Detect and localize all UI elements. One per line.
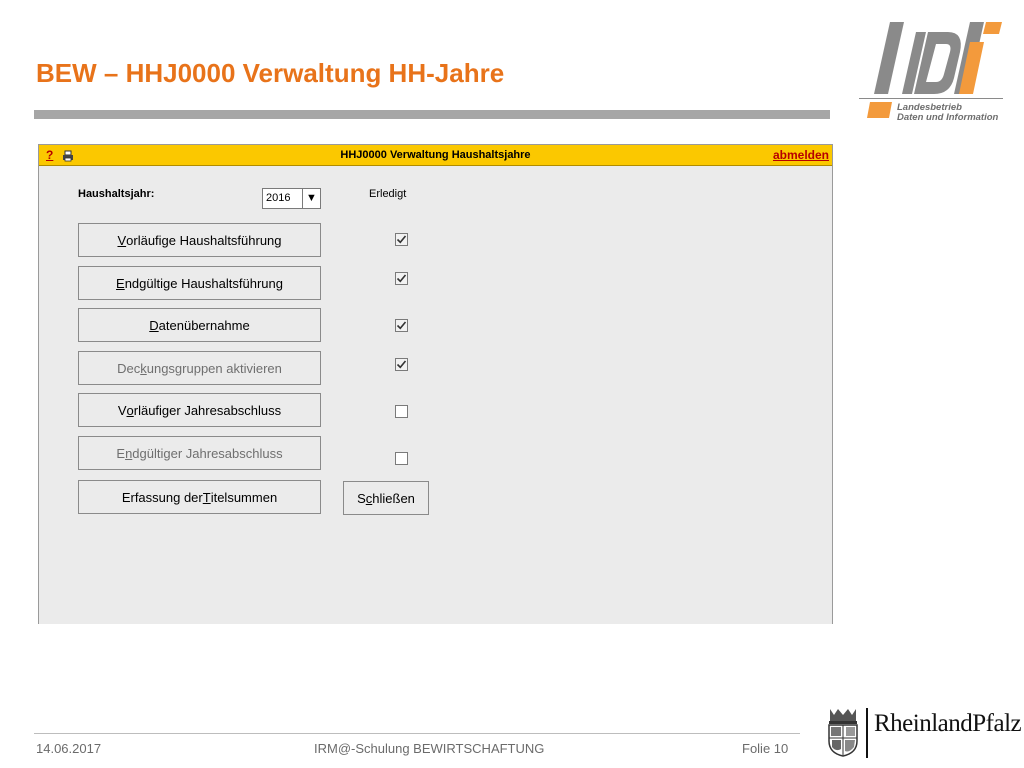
footer-page-number: Folie 10 [742, 741, 789, 756]
done-checkbox-final-year-end[interactable] [395, 452, 408, 465]
provisional-budget-button[interactable]: Vorläufige Haushaltsführung [78, 223, 321, 257]
data-transfer-button[interactable]: Datenübernahme [78, 308, 321, 342]
provisional-year-end-button[interactable]: Vo rläufiger Jahresabschluss [78, 393, 321, 427]
close-button[interactable]: Sc hließen [343, 481, 429, 515]
state-logo-text: RheinlandPfalz [874, 710, 1022, 737]
button-label-pre: V [117, 402, 127, 418]
button-label-post: ndgültige Haushaltsführung [124, 275, 283, 291]
done-checkbox-provisional-budget[interactable] [395, 233, 408, 246]
year-select[interactable]: 2016 ▼ [262, 188, 321, 209]
checkmark-icon [396, 360, 407, 369]
logo-caption-line2: Daten und Information [897, 112, 999, 123]
state-crest-icon [828, 709, 858, 757]
logout-link[interactable]: abmelden [773, 148, 829, 162]
app-title: HHJ0000 Verwaltung Haushaltsjahre [340, 149, 531, 161]
button-label-post: dgültiger Jahresabschluss [132, 445, 283, 461]
done-checkbox-data-transfer[interactable] [395, 319, 408, 332]
button-label-post: orläufige Haushaltsführung [126, 232, 282, 248]
activate-cover-groups-button[interactable]: Dec k ungsgruppen aktivieren [78, 351, 321, 385]
button-label-accesskey: E [116, 275, 125, 291]
button-label-pre: E [116, 445, 126, 461]
footer-rule [34, 733, 800, 734]
footer-course: IRM@-Schulung BEWIRTSCHAFTUNG [314, 741, 545, 756]
branding-divider [866, 708, 868, 758]
button-label-accesskey: D [149, 317, 159, 333]
done-checkbox-final-budget[interactable] [395, 272, 408, 285]
done-checkbox-cover-groups[interactable] [395, 358, 408, 371]
done-column-label: Erledigt [369, 188, 407, 200]
checkmark-icon [396, 235, 407, 244]
year-value: 2016 [266, 192, 291, 204]
button-label-accesskey: o [126, 402, 134, 418]
final-year-end-button[interactable]: En dgültiger Jahresabschluss [78, 436, 321, 470]
button-label-pre: Erfassung der [121, 489, 203, 505]
button-label-post: hließen [372, 490, 415, 506]
button-label-post: ungsgruppen aktivieren [146, 360, 282, 376]
button-label-post: rläufiger Jahresabschluss [133, 402, 282, 418]
checkmark-icon [396, 321, 407, 330]
button-label-accesskey: V [117, 232, 127, 248]
button-label-accesskey: T [202, 489, 211, 505]
title-rule [34, 110, 830, 119]
title-totals-entry-button[interactable]: Erfassung der Titelsummen [78, 480, 321, 514]
footer-date: 14.06.2017 [36, 741, 102, 756]
dropdown-arrow-icon[interactable]: ▼ [302, 189, 320, 208]
button-label-pre: Dec [117, 360, 141, 376]
button-label-post: atenübernahme [158, 317, 250, 333]
app-window: ? HHJ0000 Verwaltung Haushaltsjahre abme… [38, 144, 833, 624]
button-label-accesskey: n [125, 445, 133, 461]
year-label: Haushaltsjahr: [78, 188, 155, 200]
button-label-post: itelsummen [210, 489, 278, 505]
done-checkbox-provisional-year-end[interactable] [395, 405, 408, 418]
checkmark-icon [396, 274, 407, 283]
button-label-pre: S [357, 490, 366, 506]
app-titlebar: ? HHJ0000 Verwaltung Haushaltsjahre abme… [39, 145, 832, 166]
final-budget-button[interactable]: Endgültige Haushaltsführung [78, 266, 321, 300]
slide-title: BEW – HHJ0000 Verwaltung HH-Jahre [36, 58, 505, 88]
